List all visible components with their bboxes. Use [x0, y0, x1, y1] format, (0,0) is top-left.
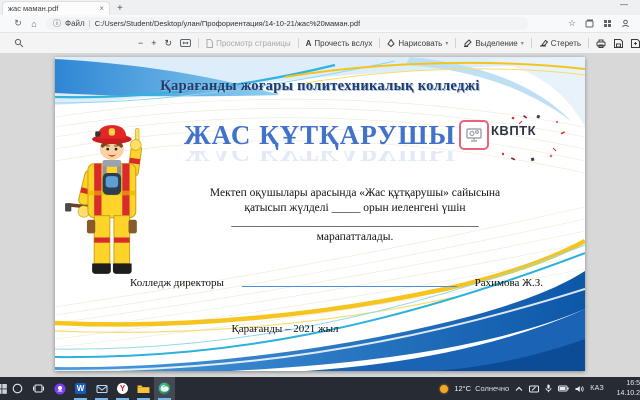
clock-date: 14.10.2	[617, 390, 640, 397]
desktop-screen: жас маман.pdf × + — ↻ ⌂ ⓘ Файл | C:/User…	[0, 0, 640, 400]
page-view-button[interactable]: Просмотр страницы	[202, 39, 295, 48]
certificate-body: Мектеп оқушылары арасында «Жас құтқарушы…	[145, 186, 565, 245]
volume-icon[interactable]	[575, 385, 584, 393]
fill-in-line: ________________________________________…	[145, 216, 565, 229]
save-as-icon	[631, 39, 640, 48]
tab-title: жас маман.pdf	[8, 4, 95, 13]
show-hidden-icons-chevron[interactable]	[515, 386, 523, 392]
erase-button[interactable]: Стереть	[535, 39, 585, 48]
pdf-viewport[interactable]: Қарағанды жоғары политехникалық колледжі…	[0, 54, 640, 377]
signature-line	[242, 276, 457, 287]
favorites-star-icon[interactable]: ☆	[568, 18, 576, 29]
zoom-out-button[interactable]: −	[134, 38, 147, 48]
save-button[interactable]	[610, 39, 627, 48]
window-minimize-button[interactable]: —	[620, 0, 628, 9]
tab-pdf[interactable]: жас маман.pdf ×	[2, 1, 110, 15]
certificate-footer: Қарағанды – 2021 жыл	[55, 323, 515, 335]
cortana-search-button[interactable]	[7, 377, 28, 400]
zoom-in-button[interactable]: +	[147, 38, 160, 48]
read-aloud-icon: A	[306, 39, 312, 48]
app-icon-purple[interactable]	[49, 377, 70, 400]
file-protocol-label: Файл	[65, 19, 85, 28]
refresh-icon[interactable]: ↻	[10, 18, 26, 29]
collections-icon[interactable]	[585, 19, 594, 28]
kvptk-logo: КВПТК	[453, 114, 569, 166]
yandex-taskbar-icon[interactable]: Y	[112, 377, 133, 400]
new-tab-button[interactable]: +	[117, 3, 123, 15]
weather-temperature[interactable]: 12°C	[454, 384, 471, 393]
windows-taskbar: W Y 12°C Солнечно	[0, 377, 640, 400]
url-text: C:/Users/Student/Desktop/улан/Профориент…	[95, 19, 360, 28]
kvptk-monitor-icon	[459, 120, 489, 150]
mail-taskbar-icon[interactable]	[91, 377, 112, 400]
highlighter-icon	[463, 39, 472, 47]
url-field[interactable]: ⓘ Файл | C:/Users/Student/Desktop/улан/П…	[46, 17, 528, 30]
highlight-button[interactable]: Выделение ▾	[459, 39, 527, 48]
director-label: Колледж директоры	[130, 277, 224, 289]
apps-grid-icon[interactable]	[603, 19, 612, 28]
browser-tab-bar: жас маман.pdf × + —	[0, 0, 640, 15]
pdf-toolbar: − + ↻ Просмотр страницы A Прочесть вслух…	[0, 33, 640, 54]
read-aloud-button[interactable]: A Прочесть вслух	[302, 39, 377, 48]
print-button[interactable]	[592, 39, 610, 48]
body-line-2: қатысып жүлделі _____ орын иеленгені үші…	[145, 201, 565, 216]
kvptk-logo-text: КВПТК	[491, 123, 536, 138]
language-indicator[interactable]: КАЗ	[590, 385, 604, 392]
chevron-down-icon[interactable]: ▾	[521, 40, 524, 47]
draw-button[interactable]: Нарисовать ▾	[383, 39, 452, 48]
home-icon[interactable]: ⌂	[26, 19, 42, 29]
pen-icon	[387, 39, 395, 47]
body-line-4: марапатталады.	[145, 230, 565, 245]
system-tray: 12°C Солнечно КАЗ 16:5 14.10.2	[440, 379, 640, 398]
director-name: Рахимова Ж.З.	[475, 277, 543, 289]
page-info-icon[interactable]: ⓘ	[53, 18, 61, 29]
search-icon[interactable]	[14, 38, 24, 48]
profile-icon[interactable]	[621, 19, 630, 28]
save-as-button[interactable]	[627, 39, 640, 48]
file-explorer-icon[interactable]	[133, 377, 154, 400]
edge-taskbar-icon[interactable]	[154, 377, 175, 400]
page-icon	[206, 39, 213, 48]
address-bar: ↻ ⌂ ⓘ Файл | C:/Users/Student/Desktop/ул…	[0, 15, 640, 33]
chevron-down-icon[interactable]: ▾	[445, 40, 448, 47]
pen-display-icon[interactable]	[529, 385, 539, 393]
tab-close-icon[interactable]: ×	[99, 5, 104, 13]
floppy-icon	[614, 39, 623, 48]
start-button[interactable]	[0, 377, 7, 400]
certificate-page: Қарағанды жоғары политехникалық колледжі…	[55, 57, 585, 371]
rotate-icon[interactable]: ↻	[161, 38, 177, 49]
task-view-button[interactable]	[28, 377, 49, 400]
college-title: Қарағанды жоғары политехникалық колледжі	[55, 78, 585, 95]
fit-to-width-icon[interactable]	[176, 39, 195, 47]
signature-row: Колледж директоры Рахимова Ж.З.	[130, 276, 543, 289]
word-taskbar-icon[interactable]: W	[70, 377, 91, 400]
battery-icon[interactable]	[558, 385, 569, 392]
address-separator: |	[89, 19, 91, 28]
eraser-icon	[539, 39, 548, 47]
taskbar-clock[interactable]: 16:5 14.10.2	[610, 379, 640, 398]
weather-sun-icon[interactable]	[440, 385, 448, 393]
clock-time: 16:5	[626, 380, 640, 387]
body-line-1: Мектеп оқушылары арасында «Жас құтқарушы…	[145, 186, 565, 201]
microphone-icon[interactable]	[545, 384, 552, 393]
printer-icon	[596, 39, 606, 48]
weather-condition[interactable]: Солнечно	[475, 384, 509, 393]
